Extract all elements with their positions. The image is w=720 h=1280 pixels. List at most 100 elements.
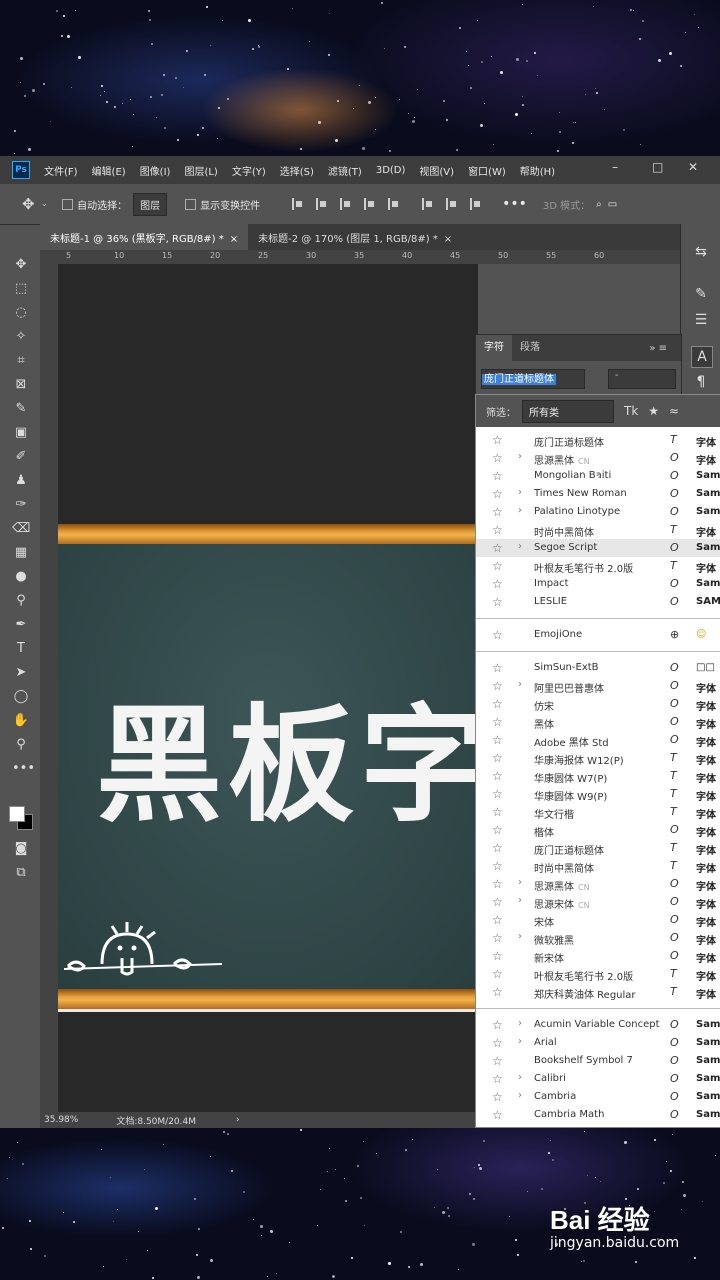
tab-document-2[interactable]: 未标题-2 @ 170% (图层 1, RGB/8#) * ×: [248, 224, 462, 250]
menu-3d[interactable]: 3D(D): [376, 165, 406, 176]
more-tools-icon[interactable]: •••: [12, 760, 35, 778]
star-icon[interactable]: ☆: [492, 451, 503, 465]
font-row[interactable]: ☆ › Acumin Variable Concept O Sample: [476, 1016, 720, 1034]
star-icon[interactable]: ☆: [492, 949, 503, 963]
expand-arrow-icon[interactable]: ›: [518, 1018, 522, 1029]
expand-arrow-icon[interactable]: ›: [518, 1072, 522, 1083]
star-icon[interactable]: ☆: [492, 697, 503, 711]
tab-document-1[interactable]: 未标题-1 @ 36% (黑板字, RGB/8#) * ×: [40, 224, 249, 250]
font-row[interactable]: ☆ SimSun-ExtB O □□: [476, 659, 720, 677]
menu-window[interactable]: 窗口(W): [468, 163, 506, 178]
font-row[interactable]: ☆ › Calibri O Sam: [476, 1070, 720, 1088]
align-right-icon[interactable]: [340, 198, 352, 210]
star-icon[interactable]: ☆: [492, 877, 503, 891]
font-row[interactable]: ☆ 华康海报体 W12(P) T 字体: [476, 749, 720, 767]
star-icon[interactable]: ☆: [492, 733, 503, 747]
expand-arrow-icon[interactable]: ›: [518, 487, 522, 498]
zoom-level[interactable]: 35.98%: [44, 1115, 78, 1125]
font-row[interactable]: ☆ Cambria Math O Sam: [476, 1106, 720, 1124]
menu-help[interactable]: 帮助(H): [520, 163, 555, 178]
star-icon[interactable]: ☆: [492, 628, 503, 642]
star-icon[interactable]: ☆: [492, 1090, 503, 1104]
font-row[interactable]: ☆ Impact O Sam: [476, 575, 720, 593]
expand-arrow-icon[interactable]: ›: [518, 451, 522, 462]
eyedropper-icon[interactable]: ✎: [12, 400, 30, 418]
star-icon[interactable]: ☆: [492, 469, 503, 483]
align-left-icon[interactable]: [292, 198, 304, 210]
favorites-filter-icon[interactable]: ★: [648, 404, 659, 418]
align-center-icon[interactable]: [316, 198, 328, 210]
font-row[interactable]: ☆ › 思源黑体 CN O 字体: [476, 875, 720, 893]
similar-fonts-icon[interactable]: ≈: [669, 404, 679, 418]
expand-arrow-icon[interactable]: ›: [518, 505, 522, 516]
screen-mode-icon[interactable]: ⧉: [12, 864, 30, 882]
typekit-filter-icon[interactable]: Tk: [624, 404, 638, 418]
star-icon[interactable]: ☆: [492, 859, 503, 873]
font-row[interactable]: ☆ 庞门正道标题体 T 字体: [476, 431, 720, 449]
filter-dropdown[interactable]: 所有类: [522, 399, 614, 423]
font-row[interactable]: ☆ › 思源黑体 CN O 字体: [476, 449, 720, 467]
foreground-color-swatch[interactable]: [9, 806, 25, 822]
star-icon[interactable]: ☆: [492, 769, 503, 783]
panel-menu-icon[interactable]: » ≡: [649, 343, 667, 354]
eraser-tool-icon[interactable]: ⌫: [12, 520, 30, 538]
character-panel-icon[interactable]: A: [691, 346, 713, 368]
font-row[interactable]: ☆ 叶根友毛笔行书 2.0版 T 字体: [476, 557, 720, 575]
star-icon[interactable]: ☆: [492, 895, 503, 909]
paragraph-panel-icon[interactable]: ¶: [691, 372, 711, 392]
font-family-field[interactable]: 庞门正道标题体: [481, 369, 585, 389]
font-row[interactable]: ☆ 新宋体 O 字体: [476, 947, 720, 965]
star-icon[interactable]: ☆: [492, 1036, 503, 1050]
font-row[interactable]: ☆ › 阿里巴巴普惠体 O 字体: [476, 677, 720, 695]
marquee-tool-icon[interactable]: ⬚: [12, 280, 30, 298]
tab-close-icon[interactable]: ×: [444, 234, 452, 245]
font-row[interactable]: ☆ Adobe 黑体 Std O 字体: [476, 731, 720, 749]
maximize-icon[interactable]: □: [652, 160, 663, 174]
adjustments-icon[interactable]: ☰: [691, 310, 711, 330]
star-icon[interactable]: ☆: [492, 805, 503, 819]
star-icon[interactable]: ☆: [492, 751, 503, 765]
expand-arrow-icon[interactable]: ›: [518, 931, 522, 942]
menu-type[interactable]: 文字(Y): [232, 163, 266, 178]
star-icon[interactable]: ☆: [492, 433, 503, 447]
star-icon[interactable]: ☆: [492, 823, 503, 837]
menu-layer[interactable]: 图层(L): [184, 163, 217, 178]
move-tool-icon[interactable]: ✥: [22, 195, 35, 213]
font-row[interactable]: ☆ 郑庆科黄油体 Regular T 字体: [476, 983, 720, 1001]
crop-tool-icon[interactable]: ⌗: [12, 352, 30, 370]
star-icon[interactable]: ☆: [492, 1018, 503, 1032]
quick-mask-icon[interactable]: ◙: [12, 840, 30, 858]
font-row-emoji[interactable]: ☆ EmojiOne ⊕ ☺: [476, 626, 720, 644]
star-icon[interactable]: ☆: [492, 1108, 503, 1122]
font-row[interactable]: ☆ 华康圆体 W7(P) T 字体: [476, 767, 720, 785]
star-icon[interactable]: ☆: [492, 595, 503, 609]
font-row[interactable]: ☆ › 思源宋体 CN O 字体: [476, 893, 720, 911]
star-icon[interactable]: ☆: [492, 1072, 503, 1086]
workspace-icon[interactable]: ▭: [608, 199, 617, 210]
font-row[interactable]: ☆ 庞门正道标题体 T 字体: [476, 839, 720, 857]
font-row[interactable]: ☆ 叶根友毛笔行书 2.0版 T 字体: [476, 965, 720, 983]
path-select-icon[interactable]: ➤: [12, 664, 30, 682]
properties-icon[interactable]: ⇆: [691, 242, 711, 262]
star-icon[interactable]: ☆: [492, 715, 503, 729]
expand-arrow-icon[interactable]: ›: [518, 541, 522, 552]
magic-wand-icon[interactable]: ✧: [12, 328, 30, 346]
gradient-tool-icon[interactable]: ▦: [12, 544, 30, 562]
menu-view[interactable]: 视图(V): [419, 163, 454, 178]
brush-tool-icon[interactable]: ✐: [12, 448, 30, 466]
tab-close-icon[interactable]: ×: [230, 234, 238, 245]
expand-arrow-icon[interactable]: ›: [518, 877, 522, 888]
font-row[interactable]: ☆ 华文行楷 T 字体: [476, 803, 720, 821]
menu-file[interactable]: 文件(F): [44, 163, 78, 178]
star-icon[interactable]: ☆: [492, 505, 503, 519]
menu-filter[interactable]: 滤镜(T): [328, 163, 362, 178]
star-icon[interactable]: ☆: [492, 541, 503, 555]
dodge-tool-icon[interactable]: ⚲: [12, 592, 30, 610]
menu-image[interactable]: 图像(I): [140, 163, 171, 178]
auto-select-checkbox[interactable]: [62, 198, 74, 210]
star-icon[interactable]: ☆: [492, 841, 503, 855]
show-transform-checkbox[interactable]: [185, 198, 197, 210]
star-icon[interactable]: ☆: [492, 787, 503, 801]
font-row[interactable]: ☆ 时尚中黑简体 T 字体: [476, 857, 720, 875]
expand-arrow-icon[interactable]: ›: [518, 679, 522, 690]
